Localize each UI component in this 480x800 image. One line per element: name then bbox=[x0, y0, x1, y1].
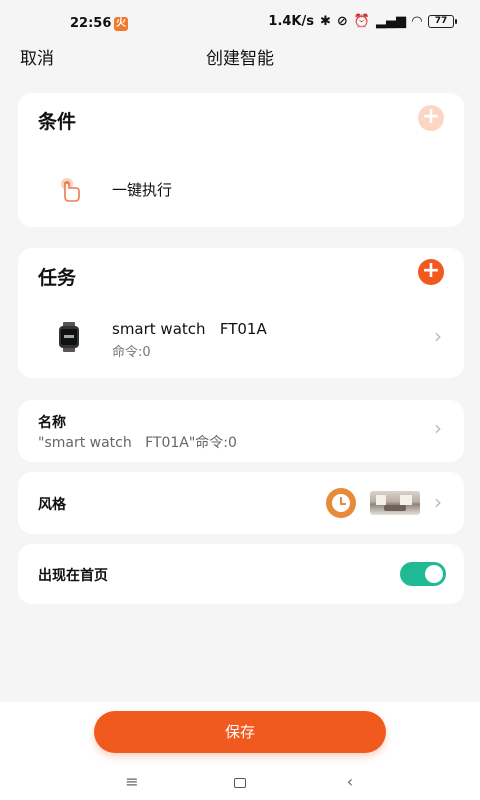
battery-icon: 77 bbox=[428, 15, 457, 28]
name-value: "smart watch FT01A"命令:0 bbox=[38, 435, 237, 451]
task-device-name: smart watch FT01A bbox=[112, 320, 267, 338]
mute-icon: ⊘ bbox=[336, 14, 348, 29]
room-thumbnail bbox=[370, 491, 420, 515]
status-time: 22:56 bbox=[70, 16, 112, 31]
chevron-right-icon: › bbox=[434, 324, 442, 348]
cancel-button[interactable]: 取消 bbox=[20, 44, 54, 69]
task-item-text: smart watch FT01A 命令:0 bbox=[112, 320, 267, 360]
status-bar: 22:56 火 1.4K/s ✱ ⊘ ⏰ ▂▄▆ ◠ 77 bbox=[0, 0, 480, 40]
menu-icon[interactable]: ≡ bbox=[112, 768, 152, 796]
add-condition-button[interactable]: + bbox=[418, 105, 444, 131]
alarm-icon: ⏰ bbox=[353, 14, 370, 29]
header: 创建智能 取消 bbox=[0, 40, 480, 70]
name-label: 名称 bbox=[38, 415, 66, 431]
tap-hand-icon bbox=[54, 175, 84, 209]
conditions-card: 条件 + 一键执行 bbox=[18, 93, 464, 227]
condition-item-label: 一键执行 bbox=[112, 181, 173, 199]
notification-badge: 火 bbox=[114, 17, 128, 31]
smartwatch-icon bbox=[58, 322, 80, 356]
homepage-row: 出现在首页 bbox=[18, 544, 464, 604]
network-speed: 1.4K/s bbox=[268, 14, 314, 29]
bottom-area: 保存 ≡ ‹ bbox=[0, 702, 480, 800]
tasks-card: 任务 + smart watch FT01A 命令:0 › bbox=[18, 248, 464, 378]
signal-icon: ▂▄▆ bbox=[376, 14, 406, 29]
toggle-knob bbox=[425, 565, 443, 583]
chevron-right-icon: › bbox=[434, 416, 442, 440]
tasks-title: 任务 bbox=[38, 267, 77, 289]
navigation-bar: ≡ ‹ bbox=[0, 768, 480, 796]
homepage-label: 出现在首页 bbox=[38, 568, 108, 584]
clock-icon bbox=[326, 488, 356, 518]
back-icon[interactable]: ‹ bbox=[330, 768, 370, 796]
conditions-title: 条件 bbox=[38, 111, 77, 133]
home-icon[interactable] bbox=[220, 768, 260, 796]
bluetooth-icon: ✱ bbox=[320, 14, 331, 29]
style-row[interactable]: 风格 › bbox=[18, 472, 464, 534]
save-button[interactable]: 保存 bbox=[94, 711, 386, 753]
wifi-icon: ◠ bbox=[412, 14, 422, 29]
style-label: 风格 bbox=[38, 497, 66, 513]
task-device-command: 命令:0 bbox=[112, 345, 151, 360]
homepage-toggle[interactable] bbox=[400, 562, 446, 586]
add-task-button[interactable]: + bbox=[418, 259, 444, 285]
status-indicators: 1.4K/s ✱ ⊘ ⏰ ▂▄▆ ◠ 77 bbox=[268, 14, 457, 29]
name-row[interactable]: 名称 "smart watch FT01A"命令:0 › bbox=[18, 400, 464, 462]
page-title: 创建智能 bbox=[206, 49, 274, 69]
chevron-right-icon: › bbox=[434, 490, 442, 514]
